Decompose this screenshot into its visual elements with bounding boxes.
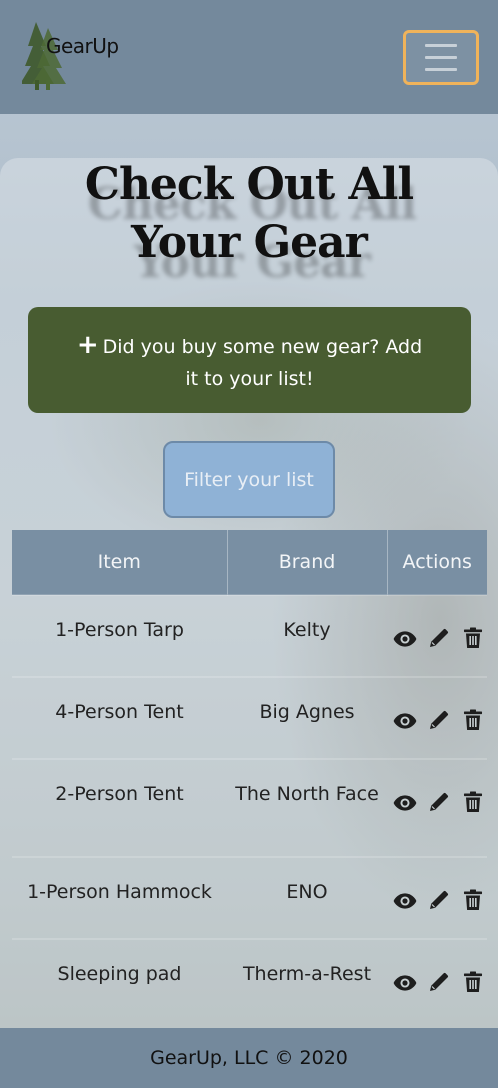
delete-button[interactable] bbox=[460, 626, 486, 652]
trash-icon bbox=[461, 889, 485, 917]
table-header-row: Item Brand Actions bbox=[12, 530, 487, 595]
eye-icon bbox=[392, 794, 418, 821]
trash-icon bbox=[461, 627, 485, 655]
edit-button[interactable] bbox=[426, 790, 452, 816]
item-cell: 1-Person Hammock bbox=[27, 881, 212, 903]
eye-icon bbox=[392, 712, 418, 739]
trash-icon bbox=[461, 709, 485, 737]
actions-cell bbox=[387, 677, 487, 759]
table-row: 1-Person Tarp Kelty bbox=[12, 595, 487, 677]
brand-cell: Big Agnes bbox=[259, 701, 355, 723]
delete-button[interactable] bbox=[460, 708, 486, 734]
header-brand: Brand bbox=[227, 530, 388, 595]
actions-cell bbox=[387, 759, 487, 857]
delete-button[interactable] bbox=[460, 970, 486, 996]
edit-button[interactable] bbox=[426, 626, 452, 652]
item-cell: 4-Person Tent bbox=[55, 701, 184, 723]
view-button[interactable] bbox=[392, 790, 418, 816]
brand-cell: Therm-a-Rest bbox=[242, 963, 372, 985]
view-button[interactable] bbox=[392, 888, 418, 914]
item-cell: 2-Person Tent bbox=[55, 783, 184, 805]
header-item: Item bbox=[12, 530, 228, 595]
view-button[interactable] bbox=[392, 626, 418, 652]
trash-icon bbox=[461, 791, 485, 819]
table-row: Sleeping pad Therm-a-Rest bbox=[12, 939, 487, 1021]
add-gear-link[interactable]: + Did you buy some new gear? Add it to yo… bbox=[28, 307, 471, 413]
plus-icon: + bbox=[76, 330, 99, 360]
actions-cell bbox=[387, 939, 487, 1021]
brand-cell: ENO bbox=[286, 881, 328, 903]
eye-icon bbox=[392, 630, 418, 657]
pencil-icon bbox=[427, 890, 451, 917]
navbar-toggler-button[interactable] bbox=[403, 30, 479, 85]
item-cell: Sleeping pad bbox=[57, 963, 182, 985]
pencil-icon bbox=[427, 628, 451, 655]
brand-cell: Kelty bbox=[283, 619, 331, 641]
navbar: GearUp bbox=[0, 0, 498, 114]
pencil-icon bbox=[427, 710, 451, 737]
filter-list-button[interactable]: Filter your list bbox=[163, 441, 335, 518]
eye-icon bbox=[392, 892, 418, 919]
eye-icon bbox=[392, 974, 418, 1001]
view-button[interactable] bbox=[392, 970, 418, 996]
actions-cell bbox=[387, 595, 487, 677]
footer: GearUp, LLC © 2020 bbox=[0, 1028, 498, 1088]
trash-icon bbox=[461, 971, 485, 999]
brand-cell: The North Face bbox=[235, 783, 379, 805]
view-button[interactable] bbox=[392, 708, 418, 734]
add-gear-text: Did you buy some new gear? Add it to you… bbox=[102, 336, 423, 390]
brand-text: GearUp bbox=[46, 34, 119, 58]
actions-cell bbox=[387, 857, 487, 939]
edit-button[interactable] bbox=[426, 970, 452, 996]
pencil-icon bbox=[427, 792, 451, 819]
edit-button[interactable] bbox=[426, 888, 452, 914]
item-cell: 1-Person Tarp bbox=[55, 619, 184, 641]
table-row: 2-Person Tent The North Face bbox=[12, 759, 487, 857]
table-row: 1-Person Hammock ENO bbox=[12, 857, 487, 939]
header-actions: Actions bbox=[402, 551, 472, 573]
delete-button[interactable] bbox=[460, 888, 486, 914]
edit-button[interactable] bbox=[426, 708, 452, 734]
delete-button[interactable] bbox=[460, 790, 486, 816]
page-title: Check Out All Your Gear bbox=[84, 159, 414, 268]
gear-table: Item Brand Actions 1-Person Tarp Kelty 4… bbox=[12, 530, 487, 1021]
table-row: 4-Person Tent Big Agnes bbox=[12, 677, 487, 759]
brand-link[interactable]: GearUp bbox=[22, 20, 142, 92]
pencil-icon bbox=[427, 972, 451, 999]
